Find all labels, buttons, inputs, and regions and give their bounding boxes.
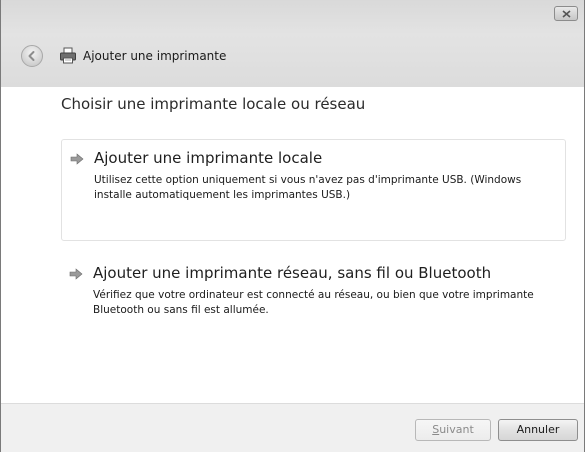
title-bar: Ajouter une imprimante [1,0,584,87]
back-arrow-icon [28,51,35,61]
option-title: Ajouter une imprimante locale [94,149,323,167]
option-add-network-printer[interactable]: Ajouter une imprimante réseau, sans fil … [61,255,566,345]
back-button[interactable] [21,45,43,67]
next-button[interactable]: Suivant [415,419,491,441]
green-arrow-icon [69,268,83,280]
cancel-button[interactable]: Annuler [498,419,578,441]
add-printer-window: Ajouter une imprimante Choisir une impri… [0,0,585,452]
close-icon [562,10,571,18]
option-title: Ajouter une imprimante réseau, sans fil … [93,264,492,282]
next-label: uivant [439,423,474,436]
option-description: Vérifiez que votre ordinateur est connec… [93,289,534,316]
content-area: Choisir une imprimante locale ou réseau … [1,87,584,403]
option-add-local-printer[interactable]: Ajouter une imprimante locale Utilisez c… [61,139,566,241]
footer-bar: Suivant Annuler [1,403,584,452]
page-heading: Choisir une imprimante locale ou réseau [61,95,366,113]
close-button[interactable] [554,6,578,21]
printer-icon [60,47,76,64]
option-description: Utilisez cette option uniquement si vous… [94,174,522,201]
window-title: Ajouter une imprimante [83,49,227,63]
green-arrow-icon [70,153,84,165]
